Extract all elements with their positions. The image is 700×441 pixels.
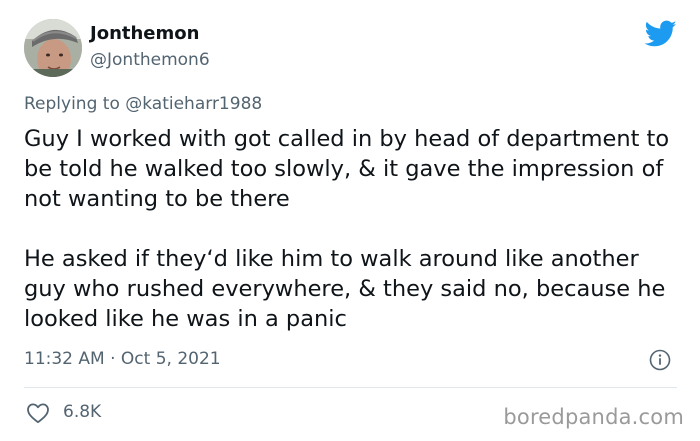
display-name[interactable]: Jonthemon [90,23,199,44]
twitter-bird-icon[interactable] [645,20,677,48]
replying-to: Replying to @katieharr1988 [24,94,262,114]
tweet-paragraph: Guy I worked with got called in by head … [24,126,670,212]
info-icon[interactable] [649,349,671,371]
like-count: 6.8K [63,402,102,422]
replying-prefix: Replying to [24,94,126,114]
avatar[interactable] [24,19,82,77]
tweet-timestamp[interactable]: 11:32 AM · Oct 5, 2021 [24,349,221,369]
reply-mention-link[interactable]: @katieharr1988 [125,94,262,114]
watermark-text: boredpanda.com [503,405,684,429]
user-handle[interactable]: @Jonthemon6 [90,50,210,70]
divider [24,387,677,388]
avatar-photo [24,19,82,77]
tweet-paragraph: He asked if they‘d like him to walk arou… [24,246,666,332]
tweet-text: Guy I worked with got called in by head … [24,124,684,334]
heart-icon[interactable] [26,402,50,424]
